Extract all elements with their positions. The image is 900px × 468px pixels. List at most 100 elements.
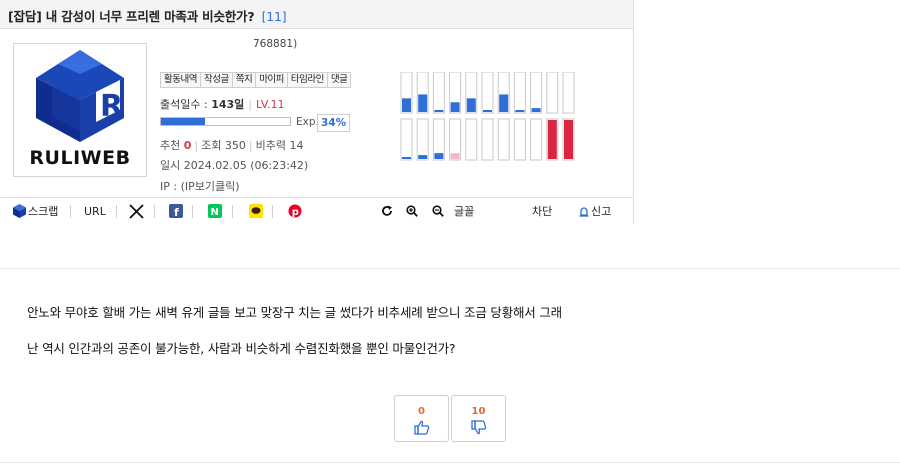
menu-mypi[interactable]: 마이피 [256,73,288,87]
share-pinterest-button[interactable]: p [288,198,302,224]
share-naver-button[interactable]: N [208,198,222,224]
font-label: 글꼴 [454,205,475,218]
post-body-line: 안노와 무야호 할배 가는 새벽 유게 글들 보고 맞장구 치는 글 썼다가 비… [27,305,562,320]
nonrec-value: 14 [289,139,304,152]
report-label: 신고 [591,205,612,218]
activity-bar-top [499,94,509,112]
views-label: 조회 [201,139,222,152]
activity-bar-top [531,108,541,112]
ip-value[interactable]: (IP보기클릭) [181,180,240,193]
profile-menu: 활동내역 작성글 쪽지 마이피 타임라인 댓글 [160,72,352,88]
toolbar-divider [70,205,71,218]
author-id: 768881) [253,38,298,50]
activity-bar-top [418,94,428,112]
url-button[interactable]: URL [84,198,106,224]
svg-text:p: p [292,207,299,218]
font-button[interactable]: 글꼴 [454,198,474,224]
exp-progress-fill [161,118,205,125]
zoom-in-icon [406,205,418,217]
activity-bar-top [515,110,525,112]
toolbar-divider [116,205,117,218]
level-badge: LV.11 [256,98,285,111]
menu-comments[interactable]: 댓글 [328,73,350,87]
attendance-row: 출석일수 : 143일 | LV.11 [160,98,285,111]
share-kakao-button[interactable] [249,198,263,224]
activity-cell [416,118,429,161]
activity-cell [546,72,559,114]
activity-cell [481,118,494,161]
activity-bar-bottom [434,153,444,159]
post-title-text: 내 감성이 너무 프리렌 마족과 비슷한가? [45,9,255,24]
author-avatar[interactable]: R RULIWEB [13,43,147,177]
exp-progress-bar [160,117,291,126]
activity-bar-bottom [564,120,573,159]
activity-cell [562,72,575,114]
toolbar-divider [192,205,193,218]
scrap-button[interactable]: 스크랩 [13,198,58,224]
activity-bar-top [483,110,492,112]
post-category: [잡담] [8,9,42,24]
nonrec-label: 비추력 [255,139,286,152]
attendance-days: 143일 [211,98,245,111]
post-header-card: [잡담] 내 감성이 너무 프리렌 마족과 비슷한가? [11] R RULIW… [0,0,634,224]
svg-text:f: f [174,206,179,218]
share-x-button[interactable] [129,198,144,224]
exp-percent: 34% [317,114,351,132]
svg-text:R: R [100,89,123,124]
post-ip: IP : (IP보기클릭) [160,178,240,194]
downvote-count: 10 [471,406,486,417]
activity-bar-bottom [402,157,411,159]
zoom-in-button[interactable] [406,198,418,224]
views-value: 350 [224,139,246,152]
exp-label: Exp. [296,116,319,128]
thumbs-up-icon [414,420,430,435]
recommend-label: 추천 [160,139,181,152]
toolbar-divider [154,205,155,218]
activity-cell [513,72,526,114]
comment-count[interactable]: [11] [262,9,287,24]
menu-activity[interactable]: 활동내역 [161,73,201,87]
time-label: 일시 [160,159,181,172]
bottom-divider [0,462,900,463]
naver-icon: N [208,204,222,218]
upvote-count: 0 [418,406,425,417]
title-bar: [잡담] 내 감성이 너무 프리렌 마족과 비슷한가? [11] [0,0,633,29]
menu-posts[interactable]: 작성글 [201,73,233,87]
zoom-out-button[interactable] [432,198,444,224]
post-title: [잡담] 내 감성이 너무 프리렌 마족과 비슷한가? [11] [8,6,287,25]
activity-cell [432,72,445,114]
activity-bar-top [402,98,411,112]
ip-label: IP : [160,180,178,193]
share-facebook-button[interactable]: f [169,198,183,224]
activity-chart [400,72,575,161]
post-body-line: 난 역시 인간과의 공존이 불가능한, 사람과 비슷하게 수렴진화했을 뿐인 마… [27,341,456,356]
menu-timeline[interactable]: 타임라인 [288,73,328,87]
activity-cell [465,118,478,161]
report-button[interactable]: 신고 [579,198,611,224]
menu-message[interactable]: 쪽지 [233,73,257,87]
thumbs-down-icon [471,420,487,435]
post-time: 일시 2024.02.05 (06:23:42) [160,157,308,173]
block-label: 차단 [532,205,553,218]
toolbar-divider [232,205,233,218]
refresh-icon [382,205,392,216]
activity-bar-bottom [418,155,428,159]
refresh-button[interactable] [381,198,393,224]
zoom-out-icon [432,205,444,217]
activity-bar-top [450,102,460,112]
activity-cell [530,72,543,114]
toolbar-divider [272,205,273,218]
activity-cell [400,118,413,161]
downvote-button[interactable]: 10 [451,395,506,442]
cube-icon [13,204,26,218]
siren-icon [579,206,589,217]
activity-bar-top [466,98,476,112]
upvote-button[interactable]: 0 [394,395,449,442]
activity-bar-top [434,110,444,112]
time-value: 2024.02.05 (06:23:42) [183,159,309,172]
block-button[interactable]: 차단 [532,198,552,224]
recommend-value: 0 [183,139,192,152]
activity-cell [530,118,543,161]
activity-cell [481,72,494,114]
pinterest-icon: p [288,204,302,218]
